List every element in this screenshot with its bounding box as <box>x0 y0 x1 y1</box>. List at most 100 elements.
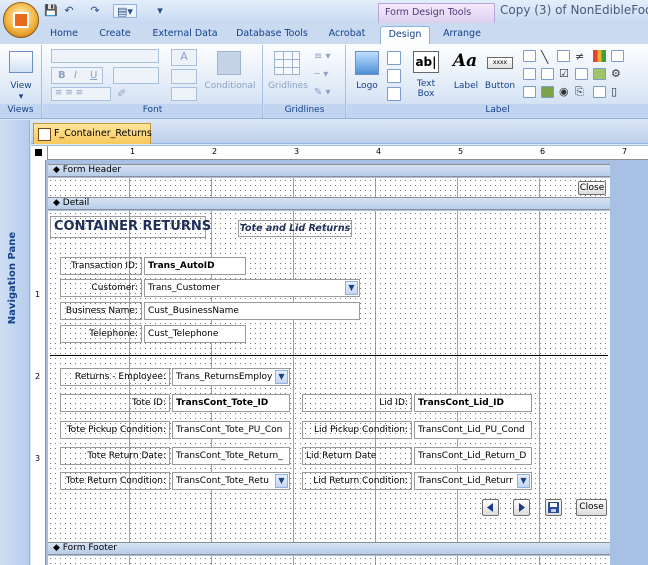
header-close-button[interactable]: Close <box>578 181 606 195</box>
button-button-label[interactable]: Button <box>481 81 519 91</box>
form-footer-grid[interactable] <box>48 556 610 565</box>
lid-return-condition-combobox[interactable]: TransCont_Lid_Returr ▼ <box>414 472 532 490</box>
tab-external-data[interactable]: External Data <box>148 26 222 44</box>
office-button[interactable] <box>3 2 39 38</box>
font-size-combo[interactable] <box>113 67 159 84</box>
view-button-label[interactable]: View <box>0 81 42 91</box>
transaction-id-textbox[interactable]: Trans_AutoID <box>144 257 246 275</box>
horizontal-ruler[interactable]: 1 2 3 4 5 6 7 <box>48 146 648 160</box>
tote-return-date-textbox[interactable]: TransCont_Tote_Return_ <box>172 447 290 465</box>
rectangle-icon[interactable] <box>541 68 554 80</box>
line-width-icon[interactable]: ≡ ▾ <box>314 51 338 63</box>
subform-icon[interactable] <box>611 50 624 62</box>
business-name-textbox[interactable]: Cust_BusinessName <box>144 302 360 320</box>
label-button-label[interactable]: Label <box>451 81 481 91</box>
form-subtitle-label[interactable]: Tote and Lid Returns <box>238 220 352 237</box>
tab-arrange[interactable]: Arrange <box>436 26 488 44</box>
tote-return-date-label[interactable]: Tote Return Date: <box>60 447 170 465</box>
divider-line[interactable] <box>50 355 608 356</box>
tab-database-tools[interactable]: Database Tools <box>232 26 312 44</box>
view-icon[interactable] <box>9 51 33 73</box>
tote-return-condition-combobox[interactable]: TransCont_Tote_Retu ▼ <box>172 472 290 490</box>
next-record-button[interactable] <box>513 499 530 516</box>
lid-return-condition-label[interactable]: Lid Return Condition: <box>302 472 412 490</box>
tab-control-icon[interactable] <box>523 50 536 62</box>
returns-employee-label[interactable]: Returns - Employee: <box>60 368 170 386</box>
option-group-icon[interactable] <box>523 86 536 98</box>
tote-id-label[interactable]: Tote ID: <box>60 394 170 412</box>
tote-pickup-condition-textbox[interactable]: TransCont_Tote_PU_Con <box>172 421 290 439</box>
tote-return-condition-label[interactable]: Tote Return Condition: <box>60 472 170 490</box>
previous-record-button[interactable] <box>482 499 499 516</box>
line-control-icon[interactable]: ╲ <box>541 50 548 64</box>
undo-icon[interactable]: ↶ <box>62 4 76 18</box>
text-box-icon[interactable]: ab| <box>413 51 439 73</box>
form-selector[interactable] <box>31 146 48 160</box>
lid-id-textbox[interactable]: TransCont_Lid_ID <box>414 394 532 412</box>
form-header-grid[interactable] <box>48 178 610 197</box>
button-control-icon[interactable]: xxxx <box>487 57 513 69</box>
gridlines-button-label[interactable]: Gridlines <box>266 81 310 91</box>
telephone-textbox[interactable]: Cust_Telephone <box>144 325 246 343</box>
bound-object-icon[interactable] <box>593 68 606 80</box>
form-title-label[interactable]: CONTAINER RETURNS <box>50 216 211 238</box>
option-button-icon[interactable]: ◉ <box>559 85 569 98</box>
format-painter-icon[interactable]: ✐ <box>117 87 131 101</box>
chart-control-icon[interactable] <box>593 50 606 62</box>
line-style-icon[interactable]: ┄ ▾ <box>314 69 338 81</box>
font-color-icon[interactable]: A <box>171 49 197 66</box>
chevron-down-icon[interactable]: ▼ <box>275 474 288 488</box>
lid-pickup-condition-textbox[interactable]: TransCont_Lid_PU_Cond <box>414 421 532 439</box>
business-name-label[interactable]: Business Name: <box>60 302 142 320</box>
save-icon[interactable]: 💾 <box>44 4 58 18</box>
checkbox-icon[interactable]: ☑ <box>559 67 569 80</box>
qat-view-dropdown[interactable]: ▤▾ <box>113 4 137 18</box>
conditional-button-label[interactable]: Conditional <box>199 81 261 91</box>
document-tab-f-container-returns[interactable]: F_Container_Returns <box>33 123 152 144</box>
italic-button[interactable]: I <box>74 70 77 81</box>
view-dropdown-icon[interactable]: ▾ <box>0 92 42 102</box>
telephone-label[interactable]: Telephone: <box>60 325 142 343</box>
tab-acrobat[interactable]: Acrobat <box>322 26 372 44</box>
qat-customize-icon[interactable]: ▾ <box>153 4 167 18</box>
transaction-id-label[interactable]: Transaction ID: <box>60 257 142 275</box>
image-control-icon[interactable] <box>557 50 570 62</box>
customer-label[interactable]: Customer: <box>60 279 142 297</box>
underline-button[interactable]: U <box>90 70 97 81</box>
font-name-combo[interactable] <box>51 49 159 63</box>
detail-close-button[interactable]: Close <box>576 499 607 516</box>
label-icon[interactable]: Aa <box>451 51 479 73</box>
vertical-ruler[interactable]: 1 2 3 <box>31 160 46 565</box>
form-header-section-bar[interactable]: ◆ Form Header <box>48 164 610 177</box>
lid-return-date-label[interactable]: Lid Return Date <box>302 447 412 465</box>
chevron-down-icon[interactable]: ▼ <box>275 370 288 384</box>
logo-button-label[interactable]: Logo <box>349 81 385 91</box>
title-icon[interactable] <box>387 51 401 65</box>
tote-id-textbox[interactable]: TransCont_Tote_ID <box>172 394 290 412</box>
page-break-icon[interactable]: ⎘ <box>575 85 584 99</box>
chevron-down-icon[interactable]: ▼ <box>517 474 530 488</box>
save-record-button[interactable] <box>545 499 562 516</box>
tab-home[interactable]: Home <box>44 26 84 44</box>
gridline-color-icon[interactable] <box>171 87 197 101</box>
date-time-icon[interactable] <box>387 87 401 101</box>
lid-return-date-textbox[interactable]: TransCont_Lid_Return_D <box>414 447 532 465</box>
tab-design[interactable]: Design <box>380 26 430 44</box>
hyperlink-icon[interactable]: ▯ <box>611 85 617 98</box>
customer-combobox[interactable]: Trans_Customer ▼ <box>144 279 360 297</box>
nav-pane-label[interactable]: Navigation Pane <box>7 211 23 345</box>
text-box-button-label[interactable]: Text Box <box>409 79 443 99</box>
logo-icon[interactable] <box>355 51 379 75</box>
gridlines-icon[interactable] <box>274 51 300 75</box>
page-numbers-icon[interactable] <box>387 69 401 83</box>
fill-color-icon[interactable] <box>171 69 197 84</box>
chevron-down-icon[interactable]: ▼ <box>345 281 358 295</box>
toggle-icon[interactable]: ≠ <box>575 50 584 63</box>
tab-create[interactable]: Create <box>94 26 136 44</box>
combo-box-icon[interactable] <box>575 68 588 80</box>
attachment-icon[interactable] <box>593 86 606 98</box>
tote-pickup-condition-label[interactable]: Tote Pickup Condition: <box>60 421 170 439</box>
lid-pickup-condition-label[interactable]: Lid Pickup Condition: <box>302 421 412 439</box>
redo-icon[interactable]: ↷ <box>88 4 102 18</box>
returns-employee-combobox[interactable]: Trans_ReturnsEmploy ▼ <box>172 368 290 386</box>
